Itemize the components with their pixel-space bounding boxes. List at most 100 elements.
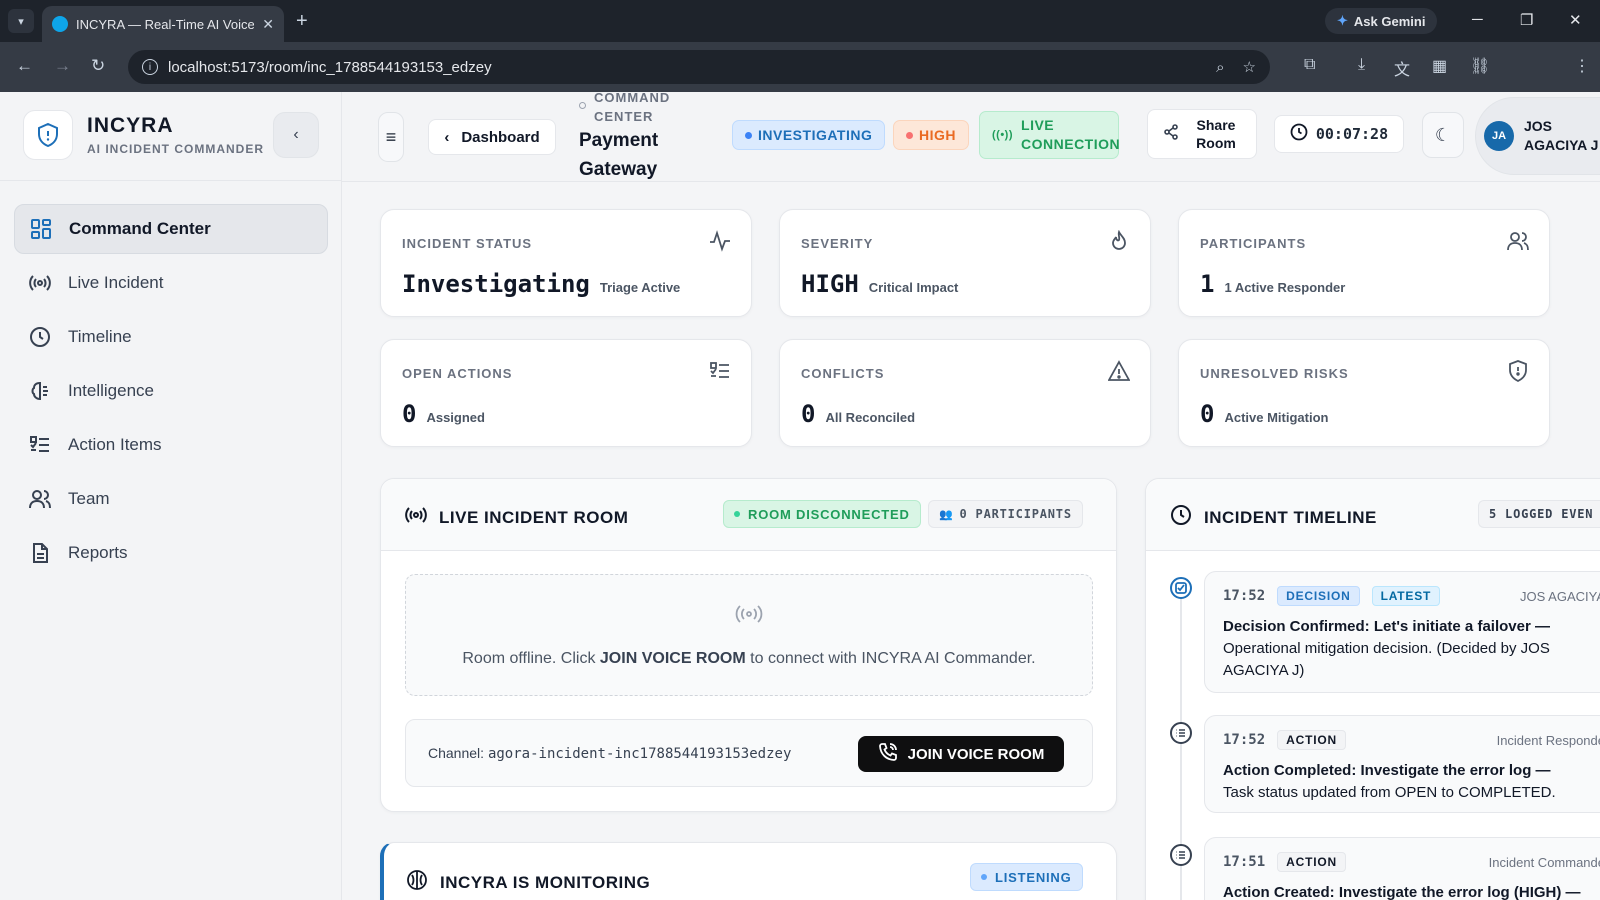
clock-icon [28, 325, 52, 349]
timeline-title-label: INCIDENT TIMELINE [1204, 507, 1377, 527]
document-icon [28, 541, 52, 565]
sidebar: INCYRA AI INCIDENT COMMANDER ‹ Command C… [0, 92, 342, 900]
entry-time: 17:51 [1223, 854, 1266, 870]
extensions-icon[interactable]: ⧉ [1304, 56, 1315, 74]
timer-value: 00:07:28 [1315, 125, 1389, 143]
connection-label: LIVE CONNECTION [1021, 117, 1121, 152]
timeline-entry[interactable]: 17:51 ACTION Incident Commande Action Cr… [1204, 837, 1600, 900]
broadcast-icon [405, 504, 427, 531]
shield-logo-icon [23, 110, 73, 160]
flame-icon [1108, 229, 1130, 252]
participants-label: 0 PARTICIPANTS [959, 507, 1072, 521]
monitoring-panel: INCYRA IS MONITORING LISTENING [380, 842, 1117, 900]
brand-name: INCYRA [87, 114, 174, 137]
offline-message: Room offline. Click JOIN VOICE ROOM to c… [406, 650, 1092, 668]
stat-value: Investigating [402, 270, 590, 298]
share-room-button[interactable]: Share Room [1147, 109, 1257, 159]
entry-author: Incident Responde [1496, 732, 1600, 748]
entry-time: 17:52 [1223, 732, 1266, 748]
browser-tab[interactable]: INCYRA — Real-Time AI Voice I ✕ [42, 6, 284, 42]
translate-icon[interactable]: 文 [1394, 56, 1410, 80]
user-menu[interactable]: JA JOS AGACIYA J [1475, 97, 1600, 175]
tab-list-button[interactable]: ▾ [8, 9, 34, 33]
qr-icon[interactable]: ▦ [1432, 56, 1447, 76]
status-dot [745, 131, 752, 139]
entry-type-badge: DECISION [1277, 586, 1360, 606]
sidebar-item-label: Action Items [68, 435, 162, 454]
collapse-sidebar-button[interactable]: ‹ [273, 112, 319, 158]
latest-badge: LATEST [1371, 586, 1441, 606]
entry-type-badge: ACTION [1277, 730, 1346, 750]
stat-sub: All Reconciled [825, 410, 916, 425]
share-icon [1163, 124, 1179, 144]
timeline-entry[interactable]: 17:52 DECISION LATEST JOS AGACIYA Decisi… [1204, 571, 1600, 693]
tab-title: INCYRA — Real-Time AI Voice I [76, 16, 255, 32]
status-badge: INVESTIGATING [732, 120, 886, 150]
minimize-icon[interactable]: ─ [1472, 11, 1483, 28]
stat-value: 1 [1200, 270, 1215, 298]
channel-info: Channel: agora-incident-inc1788544193153… [428, 745, 791, 762]
entry-body: Task status updated from OPEN to COMPLET… [1223, 784, 1556, 801]
new-tab-icon[interactable]: + [296, 10, 308, 33]
breadcrumb-section: COMMAND CENTER [579, 88, 679, 126]
entry-title: Decision Confirmed: Let's initiate a fai… [1223, 618, 1550, 635]
window-close-icon[interactable]: ✕ [1569, 11, 1582, 29]
join-voice-room-button[interactable]: JOIN VOICE ROOM [858, 736, 1064, 772]
stat-value: 0 [402, 400, 417, 428]
divider [0, 180, 342, 181]
room-offline-notice: Room offline. Click JOIN VOICE ROOM to c… [405, 574, 1093, 696]
decision-check-icon [1170, 577, 1192, 599]
brain-icon [406, 869, 428, 896]
browser-toolbar: ← → ↻ i localhost:5173/room/inc_17885441… [0, 42, 1600, 119]
link-icon[interactable]: ⛓ [1470, 56, 1490, 76]
stat-label: SEVERITY [801, 236, 874, 251]
address-bar[interactable]: i localhost:5173/room/inc_1788544193153_… [128, 50, 1270, 84]
severity-label: HIGH [919, 127, 956, 143]
listening-badge: LISTENING [970, 863, 1083, 891]
offline-text-bold: JOIN VOICE ROOM [599, 650, 746, 667]
checklist-icon [709, 360, 731, 382]
zoom-icon[interactable]: ⌕ [1216, 59, 1224, 76]
offline-text-pre: Room offline. Click [462, 650, 596, 667]
sidebar-item-live-incident[interactable]: Live Incident [14, 258, 328, 308]
monitoring-title-label: INCYRA IS MONITORING [440, 872, 651, 892]
sidebar-item-team[interactable]: Team [14, 474, 328, 524]
broadcast-icon: ((•)) [992, 128, 1014, 141]
chevron-left-icon: ‹ [293, 126, 299, 143]
activity-icon [709, 230, 731, 252]
back-icon[interactable]: ← [16, 56, 33, 76]
dot-icon [579, 102, 586, 109]
restore-icon[interactable]: ❐ [1520, 11, 1533, 29]
theme-toggle-button[interactable]: ☾ [1422, 112, 1464, 158]
forward-icon[interactable]: → [54, 56, 71, 76]
bookmark-star-icon[interactable]: ☆ [1243, 58, 1256, 76]
download-icon[interactable]: ⤓ [1358, 56, 1365, 74]
timeline-entry[interactable]: 17:52 ACTION Incident Responde Action Co… [1204, 715, 1600, 813]
ask-gemini-button[interactable]: ✦ Ask Gemini [1325, 8, 1438, 34]
warning-icon [1107, 360, 1131, 382]
sidebar-item-label: Team [68, 489, 110, 508]
sidebar-item-intelligence[interactable]: Intelligence [14, 366, 328, 416]
sidebar-item-command-center[interactable]: Command Center [14, 204, 328, 254]
sidebar-item-timeline[interactable]: Timeline [14, 312, 328, 362]
hamburger-menu-button[interactable]: ≡ [378, 112, 404, 162]
breadcrumb-label: COMMAND CENTER [594, 90, 671, 124]
status-dot [734, 511, 740, 517]
channel-box: Channel: agora-incident-inc1788544193153… [405, 719, 1093, 787]
room-status-label: ROOM DISCONNECTED [748, 506, 910, 522]
stat-card-open-actions: OPEN ACTIONS 0 Assigned [380, 339, 752, 447]
more-menu-icon[interactable]: ⋮ [1574, 56, 1590, 76]
moon-icon: ☾ [1434, 124, 1452, 145]
sidebar-item-reports[interactable]: Reports [14, 528, 328, 578]
stat-card-participants: PARTICIPANTS 1 1 Active Responder [1178, 209, 1550, 317]
dashboard-back-button[interactable]: ‹ Dashboard [428, 119, 556, 155]
entry-title: Action Completed: Investigate the error … [1223, 762, 1551, 779]
close-tab-icon[interactable]: ✕ [262, 16, 274, 33]
reload-icon[interactable]: ↻ [91, 56, 105, 76]
action-list-icon [1170, 844, 1192, 866]
stat-value: HIGH [801, 270, 859, 298]
sidebar-item-action-items[interactable]: Action Items [14, 420, 328, 470]
site-info-icon[interactable]: i [142, 59, 158, 75]
status-dot [981, 874, 987, 880]
shield-icon [1507, 360, 1529, 383]
